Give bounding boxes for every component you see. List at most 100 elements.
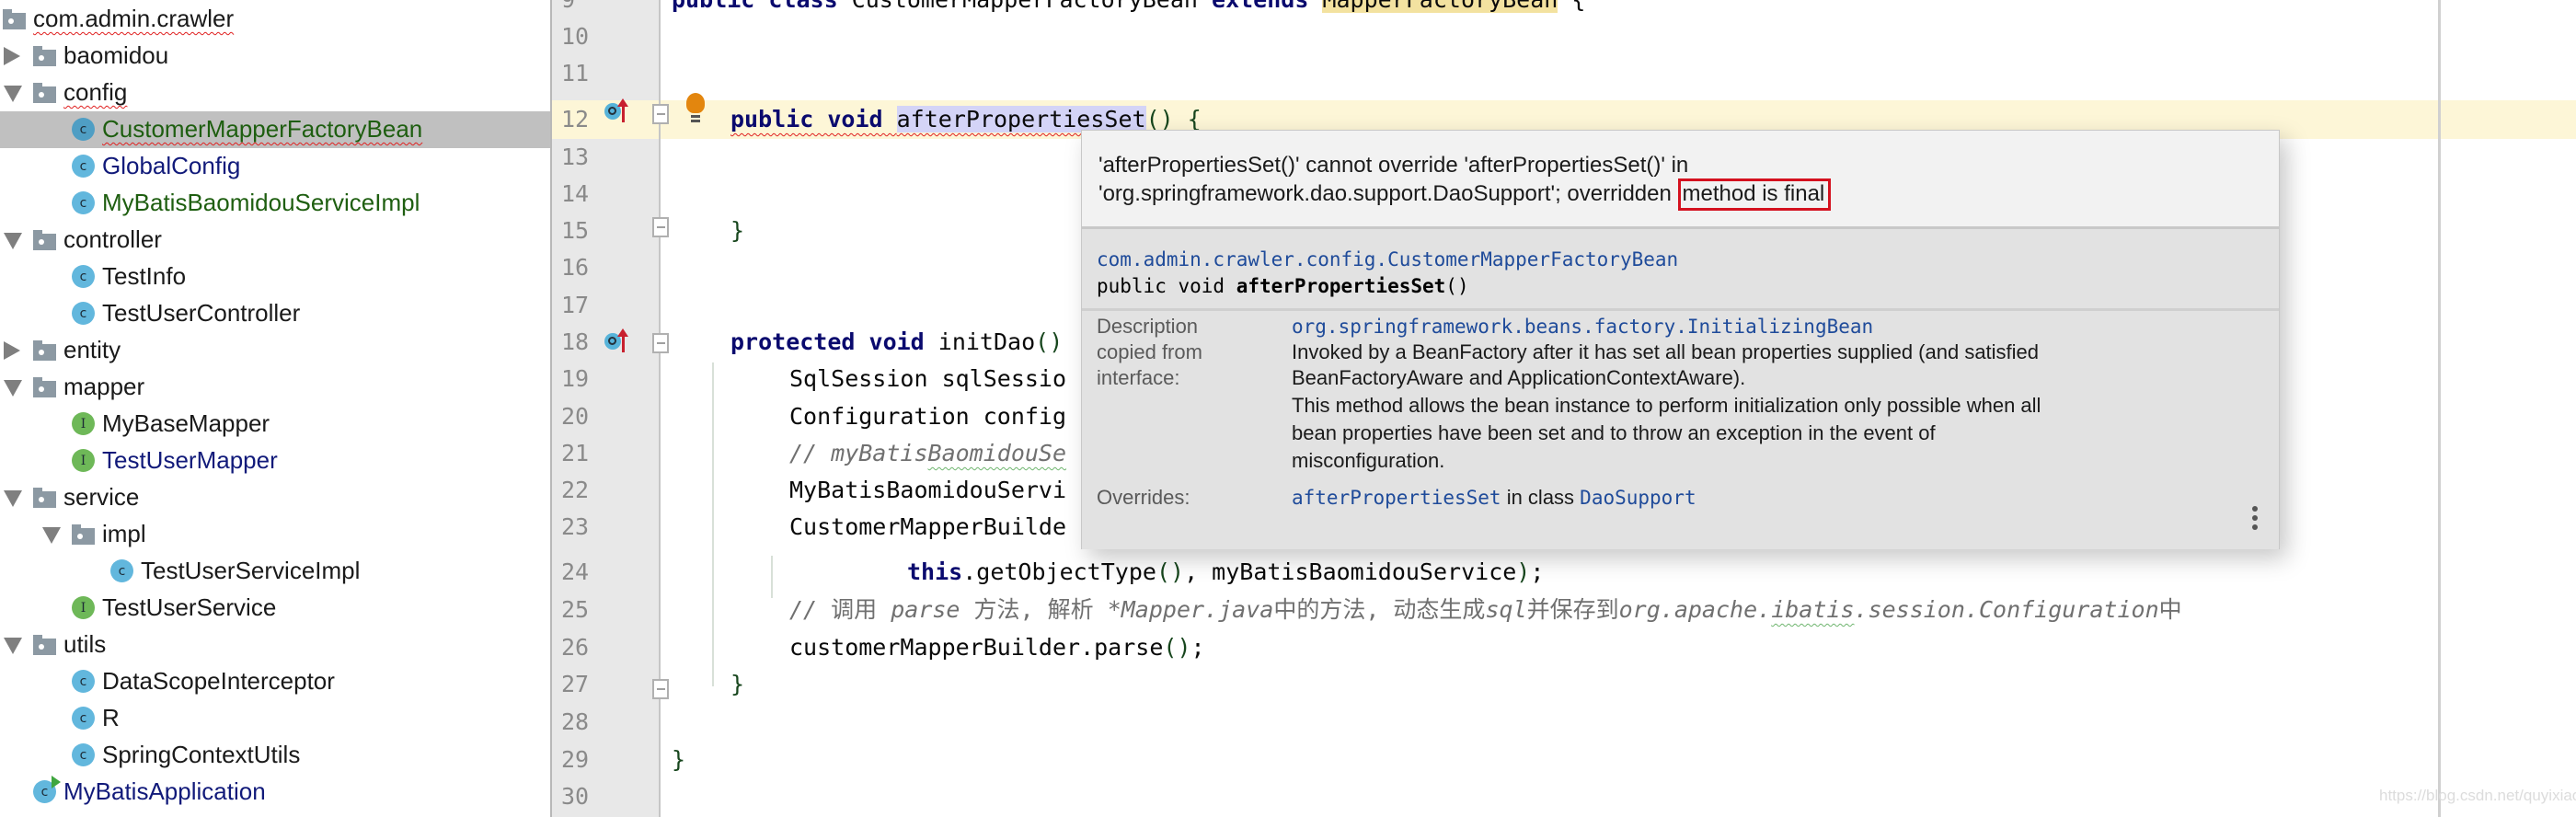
tree-item[interactable]: cR [0, 700, 552, 737]
tree-item-label: service [63, 483, 140, 511]
doc-line: misconfiguration. [1292, 449, 1445, 472]
chevron-right-icon[interactable] [4, 47, 20, 65]
line-number: 29 [561, 746, 590, 773]
tree-item[interactable]: I TestUserMapper [0, 443, 552, 479]
tree-item[interactable]: c TestInfo [0, 259, 552, 295]
highlighted-reason: method is final [1677, 178, 1832, 211]
class-icon: c [72, 707, 95, 730]
line-number: 13 [561, 144, 590, 170]
overrides-value: afterPropertiesSet in class DaoSupport [1292, 486, 1696, 509]
tree-item-label: R [102, 704, 120, 731]
tree-item[interactable]: impl [0, 516, 552, 553]
description-key: Description [1097, 315, 1199, 338]
overrides-method-link[interactable]: afterPropertiesSet [1292, 487, 1501, 509]
tree-item-label: entity [63, 336, 121, 363]
override-up-arrow-icon[interactable] [617, 98, 628, 122]
error-line-1: 'afterPropertiesSet()' cannot override '… [1098, 153, 1689, 178]
line-number: 9 [561, 0, 616, 19]
code-line-24: this.getObjectType(), myBatisBaomidouSer… [907, 558, 1545, 585]
tree-item[interactable]: c TestUserServiceImpl [0, 553, 552, 590]
method-name[interactable]: afterPropertiesSet [896, 106, 1146, 132]
overrides-key: Overrides: [1097, 486, 1190, 509]
folder-icon [72, 524, 95, 545]
indent-guide [712, 362, 714, 686]
class-icon: c [72, 155, 95, 178]
fold-end-icon[interactable] [652, 217, 669, 237]
code-line-25: // 调用 parse 方法, 解析 *Mapper.java中的方法, 动态生… [789, 596, 2182, 623]
folder-icon [33, 340, 56, 361]
quick-fix-bulb-icon[interactable] [686, 93, 705, 122]
tree-item[interactable]: config [0, 75, 552, 111]
tree-item-label: TestUserService [102, 593, 277, 621]
error-message: 'afterPropertiesSet()' cannot override '… [1082, 131, 2279, 226]
code-line-19: SqlSession sqlSessio [789, 365, 1067, 392]
tree-item[interactable]: service [0, 479, 552, 516]
line-number: 14 [561, 180, 590, 207]
chevron-down-icon[interactable] [4, 380, 22, 397]
line-number: 25 [561, 596, 590, 623]
override-up-arrow-icon[interactable] [617, 328, 628, 352]
folder-icon [33, 488, 56, 508]
tree-item[interactable]: controller [0, 222, 552, 259]
tree-item-label: config [63, 78, 128, 106]
doc-line: bean properties have been set and to thr… [1292, 421, 1936, 444]
line-number: 20 [561, 403, 590, 430]
tree-item[interactable]: c GlobalConfig [0, 148, 552, 185]
doc-line: BeanFactoryAware and ApplicationContextA… [1292, 366, 1746, 389]
line-number: 23 [561, 513, 590, 540]
error-tooltip-popup[interactable]: 'afterPropertiesSet()' cannot override '… [1081, 130, 2280, 549]
tree-item[interactable]: utils [0, 627, 552, 663]
tree-item-label: TestUserServiceImpl [141, 557, 361, 584]
overrides-class-link[interactable]: DaoSupport [1580, 487, 1696, 509]
interface-icon: I [72, 596, 95, 619]
chevron-down-icon[interactable] [4, 86, 22, 102]
tree-item[interactable]: baomidou [0, 38, 552, 75]
class-icon: c [72, 191, 95, 214]
class-icon: c [72, 302, 95, 325]
tree-item[interactable]: I TestUserService [0, 590, 552, 627]
folder-icon [33, 377, 56, 397]
chevron-down-icon[interactable] [42, 527, 61, 544]
code-line-27: } [730, 671, 745, 697]
fold-start-icon[interactable] [652, 104, 669, 124]
line-number: 27 [561, 671, 590, 697]
class-icon: c [72, 670, 95, 693]
tree-item-label: MyBaseMapper [102, 409, 270, 437]
tree-item-label: controller [63, 225, 162, 253]
watermark: https://blog.csdn.net/quyixiao [2379, 787, 2576, 804]
tree-item[interactable]: c MyBatisBaomidouServiceImpl [0, 185, 552, 222]
tree-item[interactable]: entity [0, 332, 552, 369]
line-number: 30 [561, 783, 590, 810]
tree-item[interactable]: c CustomerMapperFactoryBean [0, 111, 552, 148]
code-line-22: MyBatisBaomidouServi [789, 477, 1067, 503]
method-signature: public void afterPropertiesSet() [1097, 275, 1469, 297]
tree-item-label: TestUserController [102, 299, 301, 327]
line-number: 15 [561, 217, 590, 244]
description-key: interface: [1097, 366, 1180, 389]
chevron-down-icon[interactable] [4, 233, 22, 249]
tree-item-label: mapper [63, 373, 145, 400]
chevron-down-icon[interactable] [4, 638, 22, 654]
declaring-class-link[interactable]: com.admin.crawler.config.CustomerMapperF… [1097, 247, 2264, 273]
declaration-section: com.admin.crawler.config.CustomerMapperF… [1082, 229, 2279, 308]
chevron-down-icon[interactable] [4, 490, 22, 507]
interface-icon: I [72, 449, 95, 472]
fold-end-icon[interactable] [652, 679, 669, 699]
interface-icon: I [72, 412, 95, 435]
class-icon: c [72, 118, 95, 141]
line-number: 26 [561, 634, 590, 661]
tree-item[interactable]: mapper [0, 369, 552, 406]
more-options-icon[interactable] [2251, 506, 2259, 530]
tree-item[interactable]: c DataScopeInterceptor [0, 663, 552, 700]
tree-item[interactable]: com.admin.crawler [0, 1, 552, 38]
line-number: 10 [561, 23, 590, 50]
fold-start-icon[interactable] [652, 333, 669, 353]
interface-link[interactable]: org.springframework.beans.factory.Initia… [1292, 313, 1873, 340]
tree-item[interactable]: c TestUserController [0, 295, 552, 332]
tree-item[interactable]: c MyBatisApplication [0, 774, 552, 811]
tree-item[interactable]: c SpringContextUtils [0, 737, 552, 774]
chevron-right-icon[interactable] [4, 341, 20, 360]
project-tree: com.admin.crawler baomidou config c Customer… [0, 0, 552, 817]
tree-item[interactable]: I MyBaseMapper [0, 406, 552, 443]
tree-item-label: impl [102, 520, 146, 547]
